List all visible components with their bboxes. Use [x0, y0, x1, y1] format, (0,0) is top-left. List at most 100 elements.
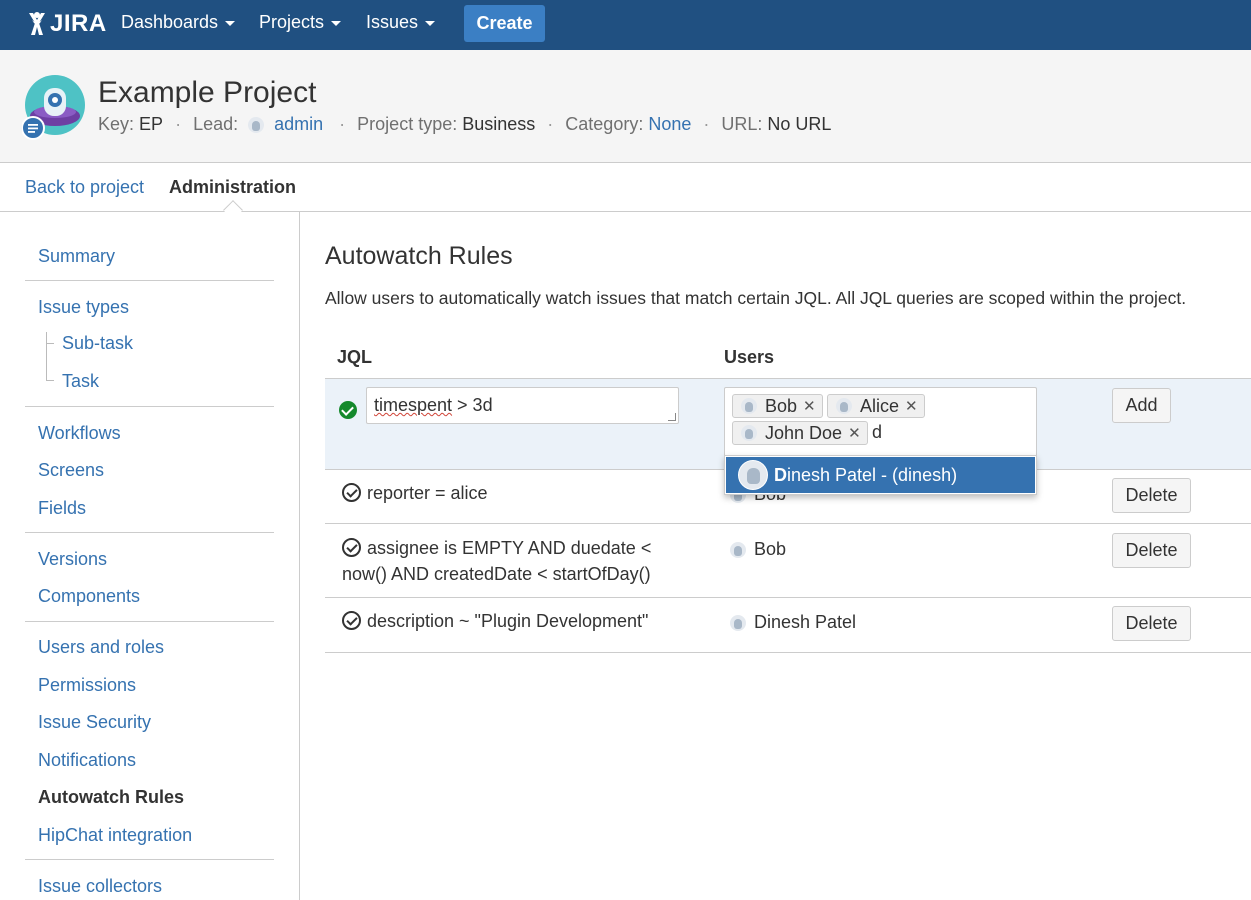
meta-separator: ·	[547, 114, 554, 134]
sidebar-item-components[interactable]: Components	[38, 586, 140, 607]
chevron-down-icon	[331, 21, 342, 26]
add-rule-button[interactable]: Add	[1112, 388, 1171, 423]
project-avatar[interactable]	[21, 74, 86, 140]
sidebar-item-versions[interactable]: Versions	[38, 549, 107, 570]
check-circle-icon	[342, 483, 361, 502]
top-navigation: JIRA Dashboards Projects Issues Create	[0, 0, 1251, 50]
tree-line	[46, 380, 54, 381]
sidebar-divider	[25, 406, 274, 407]
chevron-down-icon	[225, 21, 236, 26]
project-lead-link[interactable]: admin	[274, 114, 323, 135]
rule-jql: description ~ "Plugin Development"	[367, 611, 649, 631]
admin-subnav: Back to project Administration	[0, 163, 1251, 220]
type-label: Project type:	[357, 114, 458, 134]
rule-user-label: Dinesh Patel	[754, 612, 857, 632]
sidebar-item-issue-security[interactable]: Issue Security	[38, 712, 151, 733]
remove-user-icon[interactable]: ✕	[848, 424, 861, 442]
sidebar-item-workflows[interactable]: Workflows	[38, 423, 121, 444]
project-header: Example Project Key: EP · Lead: admin · …	[0, 50, 1251, 163]
sidebar-divider	[25, 621, 274, 622]
project-meta: Key: EP · Lead: admin · Project type: Bu…	[98, 114, 831, 135]
rule-jql: assignee is EMPTY AND duedate <	[367, 538, 652, 558]
sidebar-item-permissions[interactable]: Permissions	[38, 675, 136, 696]
meta-separator: ·	[703, 114, 710, 134]
resize-grip-icon[interactable]	[668, 413, 676, 421]
project-url: No URL	[767, 114, 832, 134]
sidebar-item-summary[interactable]: Summary	[38, 246, 115, 267]
avatar-icon	[741, 398, 757, 414]
avatar-icon	[730, 541, 746, 558]
avatar-icon	[248, 116, 265, 133]
suggestion-item[interactable]: Dinesh Patel - (dinesh)	[726, 457, 1035, 493]
nav-issues-label: Issues	[366, 12, 419, 32]
chevron-down-icon	[425, 21, 436, 26]
jira-logo[interactable]: JIRA	[26, 9, 107, 39]
logo-text: JIRA	[50, 10, 107, 37]
tab-administration[interactable]: Administration	[169, 177, 296, 198]
project-key: EP	[139, 114, 164, 134]
nav-issues[interactable]: Issues	[366, 12, 436, 33]
lead-label: Lead:	[193, 114, 239, 134]
back-to-project-link[interactable]: Back to project	[25, 177, 144, 198]
create-button[interactable]: Create	[464, 5, 545, 42]
column-header-jql: JQL	[337, 347, 373, 367]
user-chip-label: Alice	[860, 395, 900, 416]
nav-projects[interactable]: Projects	[259, 12, 342, 33]
sidebar-item-sub-task[interactable]: Sub-task	[62, 333, 133, 354]
rule-jql-continued: now() AND createdDate < startOfDay()	[342, 564, 651, 584]
sidebar-item-notifications[interactable]: Notifications	[38, 750, 136, 771]
rule-jql: reporter = alice	[367, 483, 488, 503]
key-label: Key:	[98, 114, 135, 134]
check-circle-icon	[342, 538, 361, 557]
sidebar-item-screens[interactable]: Screens	[38, 460, 104, 481]
delete-rule-button[interactable]: Delete	[1112, 533, 1191, 568]
project-type: Business	[462, 114, 536, 134]
delete-rule-button[interactable]: Delete	[1112, 606, 1191, 641]
sidebar-item-issue-collectors[interactable]: Issue collectors	[38, 876, 162, 897]
sidebar-item-task[interactable]: Task	[62, 371, 99, 392]
user-chip-label: John Doe	[765, 422, 843, 443]
user-chip: Bob ✕	[732, 394, 823, 418]
sidebar-divider	[25, 280, 274, 281]
delete-rule-button[interactable]: Delete	[1112, 478, 1191, 513]
sidebar-item-hipchat-integration[interactable]: HipChat integration	[38, 825, 192, 846]
sidebar-divider	[25, 859, 274, 860]
remove-user-icon[interactable]: ✕	[905, 397, 918, 415]
rule-user-label: Bob	[754, 539, 787, 559]
page-description: Allow users to automatically watch issue…	[325, 288, 1187, 308]
project-category-link[interactable]: None	[648, 114, 691, 135]
rule-user: Bob	[730, 539, 786, 560]
meta-separator: ·	[339, 114, 346, 134]
sidebar-item-users-and-roles[interactable]: Users and roles	[38, 637, 164, 658]
user-search-text[interactable]: d	[872, 422, 882, 443]
sidebar-item-fields[interactable]: Fields	[38, 498, 86, 519]
tree-line	[46, 332, 47, 380]
user-chip: John Doe ✕	[732, 421, 868, 445]
category-label: Category:	[565, 114, 644, 134]
meta-separator: ·	[175, 114, 182, 134]
jql-input-word: timespent	[374, 395, 453, 415]
users-picker[interactable]: Bob ✕ Alice ✕ John Doe ✕ d	[724, 387, 1037, 455]
check-circle-icon	[342, 611, 361, 630]
remove-user-icon[interactable]: ✕	[803, 397, 816, 415]
avatar-icon	[741, 425, 757, 441]
row-divider	[325, 652, 1251, 653]
nav-dashboards[interactable]: Dashboards	[121, 12, 236, 33]
sidebar-divider	[25, 532, 274, 533]
tree-line	[46, 343, 54, 344]
main-content: Autowatch Rules Allow users to automatic…	[300, 212, 1251, 900]
suggestion-match: D	[774, 464, 787, 485]
sidebar-item-issue-types[interactable]: Issue types	[38, 297, 129, 318]
user-chip: Alice ✕	[827, 394, 925, 418]
avatar-icon	[836, 398, 852, 414]
row-divider	[325, 597, 1251, 598]
nav-dashboards-label: Dashboards	[121, 12, 219, 32]
sidebar-item-autowatch-rules[interactable]: Autowatch Rules	[38, 787, 184, 808]
avatar-icon	[730, 614, 746, 631]
page-title: Autowatch Rules	[325, 242, 513, 270]
row-divider	[325, 523, 1251, 524]
jql-input[interactable]: timespent > 3d	[366, 387, 679, 424]
user-chip-label: Bob	[765, 395, 798, 416]
admin-sidebar: Summary Issue types Sub-task Task Workfl…	[0, 212, 300, 900]
project-title: Example Project	[98, 76, 317, 109]
